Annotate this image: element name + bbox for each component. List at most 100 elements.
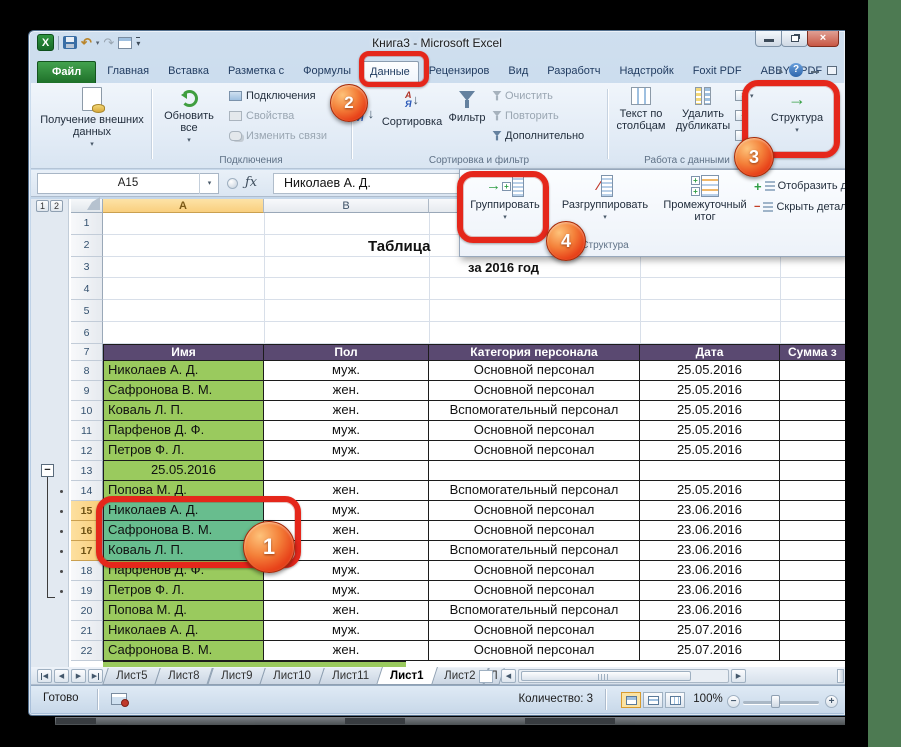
- next-sheet-button[interactable]: ▶: [71, 669, 86, 683]
- row-header-6[interactable]: 6: [71, 322, 103, 344]
- cell-E9[interactable]: [780, 381, 845, 401]
- collapse-group-button[interactable]: −: [41, 464, 54, 477]
- cell-B21[interactable]: муж.: [264, 621, 429, 641]
- cell-E15[interactable]: [780, 501, 845, 521]
- cell-C18[interactable]: Основной персонал: [429, 561, 640, 581]
- row-header-18[interactable]: 18: [71, 561, 103, 581]
- cell-E18[interactable]: [780, 561, 845, 581]
- cell-C10[interactable]: Вспомогательный персонал: [429, 401, 640, 421]
- zoom-slider-track[interactable]: [743, 701, 819, 704]
- column-header-A[interactable]: A: [103, 199, 264, 213]
- scrollbar-thumb[interactable]: [521, 671, 691, 681]
- last-sheet-button[interactable]: ▶: [88, 669, 103, 683]
- cell-B9[interactable]: жен.: [264, 381, 429, 401]
- cell-B13[interactable]: [264, 461, 429, 481]
- row-header-21[interactable]: 21: [71, 621, 103, 641]
- cell-D16[interactable]: 23.06.2016: [640, 521, 780, 541]
- select-all-corner[interactable]: [71, 199, 103, 213]
- cell-D21[interactable]: 25.07.2016: [640, 621, 780, 641]
- cell-C14[interactable]: Вспомогательный персонал: [429, 481, 640, 501]
- cell-D8[interactable]: 25.05.2016: [640, 361, 780, 381]
- cell-B8[interactable]: муж.: [264, 361, 429, 381]
- macro-record-icon[interactable]: [111, 693, 127, 705]
- cell-C11[interactable]: Основной персонал: [429, 421, 640, 441]
- tab-split-handle[interactable]: [837, 669, 844, 683]
- row-header-20[interactable]: 20: [71, 601, 103, 621]
- cell-E11[interactable]: [780, 421, 845, 441]
- show-detail-button[interactable]: + Отобразить дет: [754, 177, 845, 195]
- zoom-level-label[interactable]: 100%: [691, 693, 725, 705]
- cell-C15[interactable]: Основной персонал: [429, 501, 640, 521]
- sheet-tab-Лист10[interactable]: Лист10: [259, 668, 324, 685]
- row-header-2[interactable]: 2: [71, 235, 103, 257]
- row-header-1[interactable]: 1: [71, 213, 103, 235]
- cell-D14[interactable]: 25.05.2016: [640, 481, 780, 501]
- cell-E8[interactable]: [780, 361, 845, 381]
- outline-level-1-button[interactable]: 1: [36, 200, 49, 212]
- cell-E13[interactable]: [780, 461, 845, 481]
- row-header-4[interactable]: 4: [71, 278, 103, 300]
- row-header-11[interactable]: 11: [71, 421, 103, 441]
- cell-E20[interactable]: [780, 601, 845, 621]
- horizontal-scrollbar[interactable]: [518, 669, 729, 683]
- cell-B12[interactable]: муж.: [264, 441, 429, 461]
- cell-D17[interactable]: 23.06.2016: [640, 541, 780, 561]
- cell-A13[interactable]: 25.05.2016: [103, 461, 264, 481]
- row-header-13[interactable]: 13: [71, 461, 103, 481]
- cell-E17[interactable]: [780, 541, 845, 561]
- row-header-8[interactable]: 8: [71, 361, 103, 381]
- row-header-12[interactable]: 12: [71, 441, 103, 461]
- cell-D22[interactable]: 25.07.2016: [640, 641, 780, 661]
- cell-C9[interactable]: Основной персонал: [429, 381, 640, 401]
- cell-A21[interactable]: Николаев А. Д.: [103, 621, 264, 641]
- cell-D11[interactable]: 25.05.2016: [640, 421, 780, 441]
- normal-view-button[interactable]: [621, 692, 641, 708]
- cell-C12[interactable]: Основной персонал: [429, 441, 640, 461]
- sheet-tab-Лист1[interactable]: Лист1: [376, 667, 437, 685]
- cell-A9[interactable]: Сафронова В. М.: [103, 381, 264, 401]
- cell-D19[interactable]: 23.06.2016: [640, 581, 780, 601]
- zoom-slider-thumb[interactable]: [771, 695, 780, 708]
- cell-A19[interactable]: Петров Ф. Л.: [103, 581, 264, 601]
- cell-C20[interactable]: Вспомогательный персонал: [429, 601, 640, 621]
- cell-E21[interactable]: [780, 621, 845, 641]
- row-header-9[interactable]: 9: [71, 381, 103, 401]
- cell-B10[interactable]: жен.: [264, 401, 429, 421]
- subtotal-button[interactable]: ++ Промежуточный итог: [660, 173, 750, 223]
- hide-detail-button[interactable]: − Скрыть детали: [754, 198, 845, 216]
- cell-C17[interactable]: Вспомогательный персонал: [429, 541, 640, 561]
- sheet-tab-Лист5[interactable]: Лист5: [102, 668, 161, 685]
- row-header-7[interactable]: 7: [71, 344, 103, 361]
- cell-D20[interactable]: 23.06.2016: [640, 601, 780, 621]
- outline-level-2-button[interactable]: 2: [50, 200, 63, 212]
- cell-C22[interactable]: Основной персонал: [429, 641, 640, 661]
- first-sheet-button[interactable]: ◀: [37, 669, 52, 683]
- cell-D12[interactable]: 25.05.2016: [640, 441, 780, 461]
- cell-C16[interactable]: Основной персонал: [429, 521, 640, 541]
- cell-A8[interactable]: Николаев А. Д.: [103, 361, 264, 381]
- cell-C8[interactable]: Основной персонал: [429, 361, 640, 381]
- cell-C13[interactable]: [429, 461, 640, 481]
- cell-C21[interactable]: Основной персонал: [429, 621, 640, 641]
- cell-E12[interactable]: [780, 441, 845, 461]
- scroll-left-button[interactable]: ◀: [501, 669, 516, 683]
- cell-B19[interactable]: муж.: [264, 581, 429, 601]
- sheet-tab-Лист11[interactable]: Лист11: [318, 668, 382, 685]
- cell-E16[interactable]: [780, 521, 845, 541]
- cell-B22[interactable]: жен.: [264, 641, 429, 661]
- cell-E10[interactable]: [780, 401, 845, 421]
- cell-E22[interactable]: [780, 641, 845, 661]
- cell-C19[interactable]: Основной персонал: [429, 581, 640, 601]
- cell-A12[interactable]: Петров Ф. Л.: [103, 441, 264, 461]
- cell-A10[interactable]: Коваль Л. П.: [103, 401, 264, 421]
- column-header-B[interactable]: B: [264, 199, 429, 213]
- page-layout-view-button[interactable]: [643, 692, 663, 708]
- sheet-tab-Лист8[interactable]: Лист8: [155, 668, 214, 685]
- page-break-view-button[interactable]: [665, 692, 685, 708]
- cell-D15[interactable]: 23.06.2016: [640, 501, 780, 521]
- cell-D18[interactable]: 23.06.2016: [640, 561, 780, 581]
- cell-B11[interactable]: муж.: [264, 421, 429, 441]
- row-header-22[interactable]: 22: [71, 641, 103, 661]
- row-header-14[interactable]: 14: [71, 481, 103, 501]
- row-header-10[interactable]: 10: [71, 401, 103, 421]
